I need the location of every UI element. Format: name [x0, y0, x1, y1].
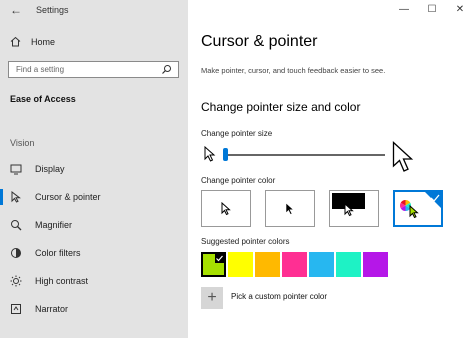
- display-icon: [10, 164, 22, 175]
- search-input[interactable]: Find a setting: [8, 61, 179, 78]
- sidebar-item-label: Magnifier: [35, 220, 73, 230]
- app-title: Settings: [36, 5, 69, 15]
- sidebar-item-label: Cursor & pointer: [35, 192, 101, 202]
- color-swatch[interactable]: [336, 252, 361, 277]
- section-title: Change pointer size and color: [201, 100, 361, 114]
- nav-home[interactable]: Home: [10, 36, 55, 47]
- inverted-pointer-icon: [344, 203, 354, 217]
- size-slider-track[interactable]: [223, 154, 385, 156]
- pointer-color-white[interactable]: [201, 190, 251, 227]
- color-swatch[interactable]: [309, 252, 334, 277]
- back-arrow-icon[interactable]: ←: [10, 3, 22, 17]
- search-icon[interactable]: [161, 64, 172, 75]
- custom-pointer-icon: [409, 205, 419, 219]
- size-label: Change pointer size: [201, 129, 273, 138]
- window-controls: — ☐ ✕: [390, 0, 474, 22]
- home-icon: [10, 36, 21, 47]
- page-title: Cursor & pointer: [201, 33, 318, 50]
- sidebar-item-cursor-pointer[interactable]: Cursor & pointer: [0, 183, 188, 211]
- sidebar-item-label: Color filters: [35, 248, 81, 258]
- color-swatch[interactable]: [363, 252, 388, 277]
- home-label: Home: [31, 36, 56, 47]
- search-placeholder: Find a setting: [16, 65, 65, 74]
- sidebar-item-display[interactable]: Display: [0, 155, 188, 183]
- maximize-button[interactable]: ☐: [418, 0, 446, 22]
- plus-icon: +: [207, 289, 217, 306]
- minimize-button[interactable]: —: [390, 0, 418, 22]
- pointer-color-custom[interactable]: [393, 190, 443, 227]
- color-swatch[interactable]: [201, 252, 226, 277]
- color-swatch[interactable]: [255, 252, 280, 277]
- sidebar-item-high-contrast[interactable]: High contrast: [0, 267, 188, 295]
- high-contrast-icon: [10, 275, 22, 287]
- sidebar-item-narrator[interactable]: Narrator: [0, 295, 188, 323]
- sidebar-item-label: Narrator: [35, 304, 69, 314]
- color-filter-icon: [11, 248, 21, 258]
- color-label: Change pointer color: [201, 176, 276, 185]
- add-custom-color-button[interactable]: +: [201, 287, 223, 309]
- pointer-color-inverted[interactable]: [329, 190, 379, 227]
- narrator-icon: [11, 304, 21, 314]
- main-pane: — ☐ ✕ Cursor & pointer Make pointer, cur…: [188, 0, 474, 338]
- sidebar: ← Settings Home Find a setting Ease of A…: [0, 0, 188, 338]
- pointer-color-black[interactable]: [265, 190, 315, 227]
- sidebar-item-label: High contrast: [35, 276, 89, 286]
- white-pointer-icon: [221, 202, 231, 216]
- size-slider-thumb[interactable]: [223, 148, 228, 161]
- magnifier-icon: [11, 220, 22, 231]
- sidebar-item-color-filters[interactable]: Color filters: [0, 239, 188, 267]
- close-button[interactable]: ✕: [446, 0, 474, 22]
- color-swatch[interactable]: [228, 252, 253, 277]
- suggested-label: Suggested pointer colors: [201, 237, 290, 246]
- titlebar: ← Settings: [0, 0, 188, 22]
- swatch-check-icon: [215, 254, 224, 263]
- sidebar-item-magnifier[interactable]: Magnifier: [0, 211, 188, 239]
- black-pointer-icon: [285, 202, 295, 215]
- subheading-vision: Vision: [10, 138, 35, 148]
- sidebar-item-label: Display: [35, 164, 65, 174]
- cursor-icon: [11, 191, 21, 203]
- custom-color-label[interactable]: Pick a custom pointer color: [231, 292, 327, 301]
- large-pointer-icon: [392, 141, 414, 172]
- section-heading: Ease of Access: [10, 94, 76, 104]
- page-description: Make pointer, cursor, and touch feedback…: [201, 66, 386, 75]
- small-pointer-icon: [204, 146, 216, 162]
- color-swatch[interactable]: [282, 252, 307, 277]
